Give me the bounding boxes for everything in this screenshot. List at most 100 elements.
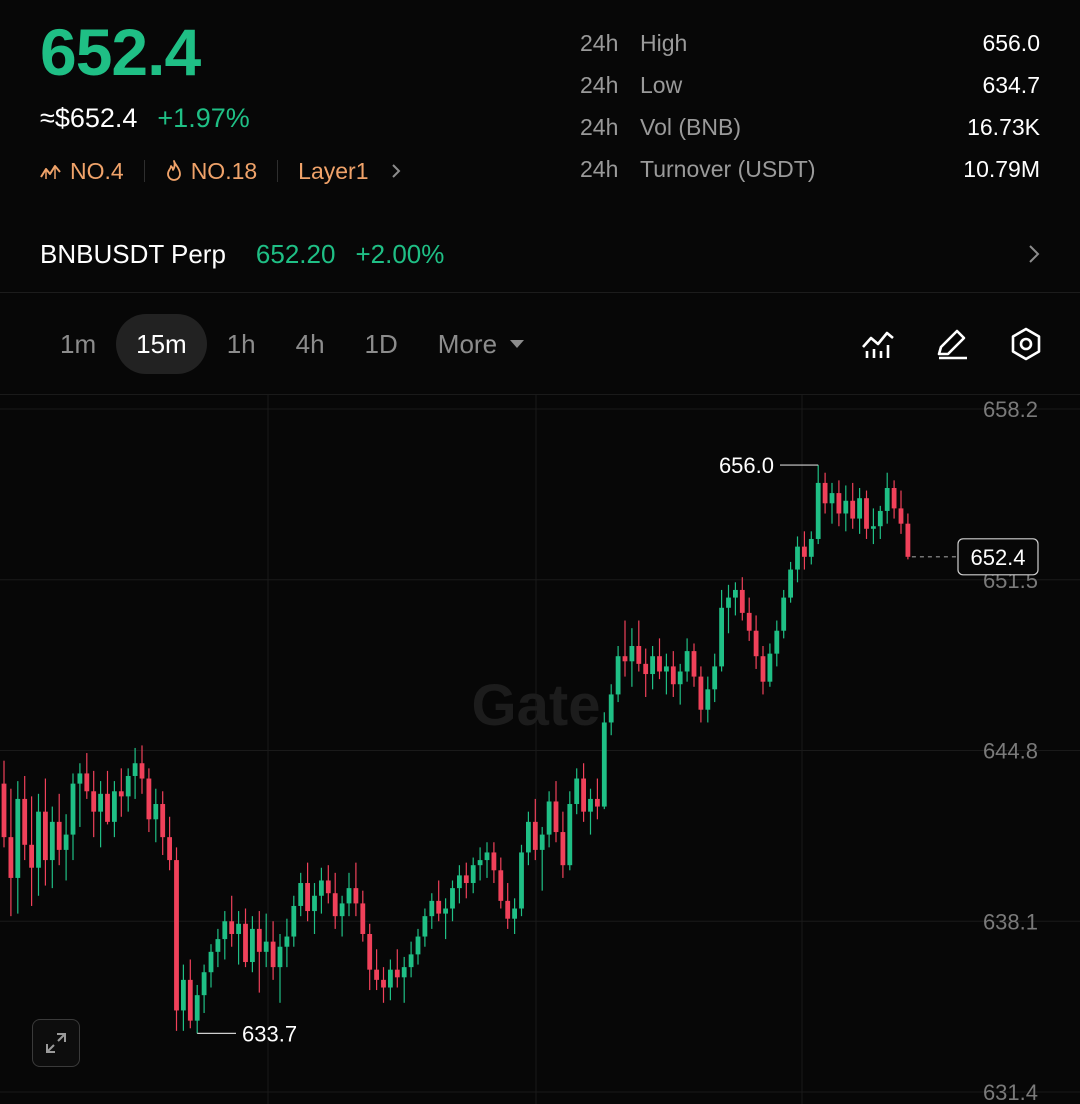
perp-contract-row[interactable]: BNBUSDT Perp 652.20 +2.00% (40, 234, 1040, 274)
candle-body (871, 526, 876, 529)
rank-row: NO.4 NO.18 Layer1 (40, 154, 401, 188)
stat-value: 16.73K (967, 113, 1040, 140)
category-tag[interactable]: Layer1 (298, 158, 400, 185)
candle-body (457, 875, 462, 889)
candle-body (118, 791, 124, 797)
candle-body (760, 656, 766, 682)
candle-body (470, 865, 476, 884)
candle-body (125, 775, 131, 797)
candle-body (802, 546, 807, 557)
candle-body (581, 778, 586, 812)
candle-body (443, 908, 448, 914)
candle-body (746, 612, 752, 631)
market-cap-rank[interactable]: NO.4 (40, 158, 124, 185)
candle-body (263, 941, 269, 952)
hot-rank[interactable]: NO.18 (165, 158, 257, 185)
candle-body (560, 832, 566, 866)
candle-body (8, 837, 14, 878)
candle-body (15, 798, 21, 878)
indicators-icon[interactable] (860, 326, 896, 362)
candle-body (277, 946, 283, 968)
stat-label: Turnover (USDT) (640, 155, 816, 182)
candle-body (615, 656, 621, 695)
candle-body (360, 903, 366, 934)
stat-period: 24h (580, 155, 619, 182)
candle-body (91, 791, 97, 812)
candle-body (526, 821, 531, 853)
perp-name: BNBUSDT Perp (40, 238, 226, 269)
fiat-price: ≈$652.4 (40, 103, 138, 133)
candle-body (250, 928, 255, 963)
candle-body (450, 888, 455, 909)
stat-value: 10.79M (963, 155, 1040, 182)
candle-body (332, 893, 338, 917)
timeframe-1d[interactable]: 1D (345, 314, 418, 374)
chevron-right-icon (1028, 244, 1040, 264)
y-tick-label: 644.8 (983, 739, 1038, 764)
timeframe-1h[interactable]: 1h (207, 314, 276, 374)
candle-body (484, 852, 490, 861)
timeframe-more-button[interactable]: More (418, 314, 545, 374)
y-tick-label: 638.1 (983, 909, 1038, 934)
stat-value: 656.0 (982, 29, 1040, 56)
candle-body (843, 500, 849, 514)
candle-body (291, 905, 297, 937)
candle-body (781, 597, 787, 631)
stat-low: 24h Low 634.7 (580, 64, 1040, 106)
candle-body (139, 763, 145, 779)
candle-body (629, 646, 635, 662)
candle-body (312, 895, 317, 912)
candle-body (229, 921, 235, 934)
candle-body (187, 979, 193, 1021)
change-percent: +1.97% (157, 103, 250, 133)
draw-icon[interactable] (934, 326, 970, 362)
candle-body (98, 793, 103, 812)
candle-body (864, 498, 869, 529)
candle-body (546, 801, 552, 835)
stat-turnover: 24h Turnover (USDT) 10.79M (580, 148, 1040, 190)
candle-body (160, 804, 166, 838)
candle-body (498, 870, 504, 901)
candle-body (215, 939, 221, 952)
candle-body (256, 928, 262, 952)
24h-stats: 24h High 656.0 24h Low 634.7 24h Vol (BN… (580, 22, 1040, 190)
candle-body (36, 811, 41, 868)
candle-body (795, 546, 800, 570)
candle-body (394, 969, 400, 978)
y-tick-label: 658.2 (983, 397, 1038, 422)
candle-body (539, 834, 545, 850)
candle-body (774, 630, 780, 654)
settings-icon[interactable] (1008, 326, 1044, 362)
timeframe-15m[interactable]: 15m (116, 314, 207, 374)
hot-rank-label: NO.18 (190, 157, 258, 184)
rank-divider (143, 160, 145, 182)
candle-body (733, 589, 738, 598)
candle-body (677, 671, 683, 685)
candle-body (836, 493, 842, 514)
timeframe-1m[interactable]: 1m (40, 314, 116, 374)
candle-body (388, 969, 393, 988)
candle-body (705, 689, 711, 710)
candle-body (767, 653, 773, 682)
chevron-right-icon (391, 163, 401, 179)
candle-body (788, 569, 793, 598)
candle-body (174, 860, 179, 1011)
stat-label: High (640, 29, 688, 56)
candle-body (270, 941, 276, 968)
candle-body (519, 852, 524, 909)
candle-body (298, 883, 304, 906)
perp-change: +2.00% (355, 238, 445, 269)
last-price: 652.4 (40, 15, 201, 89)
candlestick-chart[interactable]: Gate 656.0 633.7 658.2 651.5 644.8 638.1 631.4 6… (0, 394, 1080, 1104)
candle-body (105, 793, 110, 822)
candle-body (815, 482, 821, 539)
candle-body (339, 903, 345, 917)
expand-chart-button[interactable] (32, 1019, 80, 1067)
stat-value: 634.7 (982, 71, 1040, 98)
candle-body (505, 900, 511, 919)
chart-canvas[interactable]: Gate656.0633.7658.2651.5644.8638.1631.46… (0, 395, 1080, 1104)
timeframe-4h[interactable]: 4h (276, 314, 345, 374)
timeframe-bar: 1m 15m 1h 4h 1D More (40, 314, 545, 374)
candle-body (684, 651, 690, 672)
candle-body (132, 763, 138, 776)
